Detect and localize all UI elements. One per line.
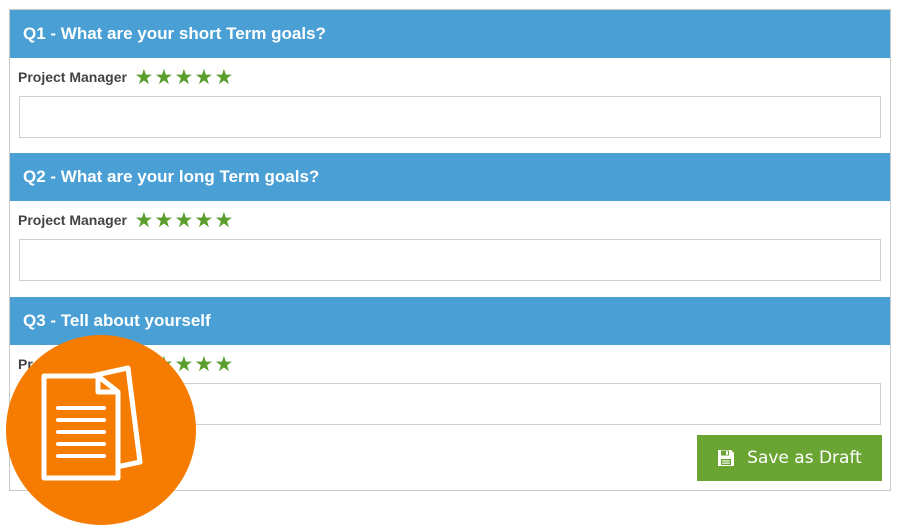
question-title: Q3 - Tell about yourself [10, 297, 890, 345]
question-section-1: Q1 - What are your short Term goals? Pro… [10, 10, 890, 138]
answer-field[interactable] [19, 96, 881, 138]
star-icon[interactable]: ★ [134, 67, 154, 88]
star-rating[interactable]: ★ ★ ★ ★ ★ [134, 210, 234, 231]
question-section-2: Q2 - What are your long Term goals? Proj… [10, 153, 890, 281]
star-icon[interactable]: ★ [134, 210, 154, 231]
star-icon[interactable]: ★ [214, 210, 234, 231]
star-icon[interactable]: ★ [214, 354, 234, 375]
star-icon[interactable]: ★ [154, 67, 174, 88]
star-icon[interactable]: ★ [174, 210, 194, 231]
star-rating[interactable]: ★ ★ ★ ★ ★ [134, 67, 234, 88]
rating-row: Project Manager ★ ★ ★ ★ ★ [10, 58, 890, 96]
star-icon[interactable]: ★ [154, 210, 174, 231]
star-icon[interactable]: ★ [194, 67, 214, 88]
role-label: Project Manager [18, 69, 127, 85]
star-icon[interactable]: ★ [214, 67, 234, 88]
question-title: Q2 - What are your long Term goals? [10, 153, 890, 201]
star-icon[interactable]: ★ [174, 67, 194, 88]
documents-icon [41, 365, 143, 481]
question-title: Q1 - What are your short Term goals? [10, 10, 890, 58]
documents-badge [6, 335, 196, 525]
star-icon[interactable]: ★ [194, 210, 214, 231]
rating-row: Project Manager ★ ★ ★ ★ ★ [10, 201, 890, 239]
save-as-draft-button[interactable]: Save as Draft [697, 435, 882, 481]
star-icon[interactable]: ★ [174, 354, 194, 375]
star-icon[interactable]: ★ [194, 354, 214, 375]
role-label: Project Manager [18, 212, 127, 228]
save-as-draft-label: Save as Draft [747, 448, 862, 468]
answer-field[interactable] [19, 239, 881, 281]
floppy-disk-icon [718, 450, 735, 466]
